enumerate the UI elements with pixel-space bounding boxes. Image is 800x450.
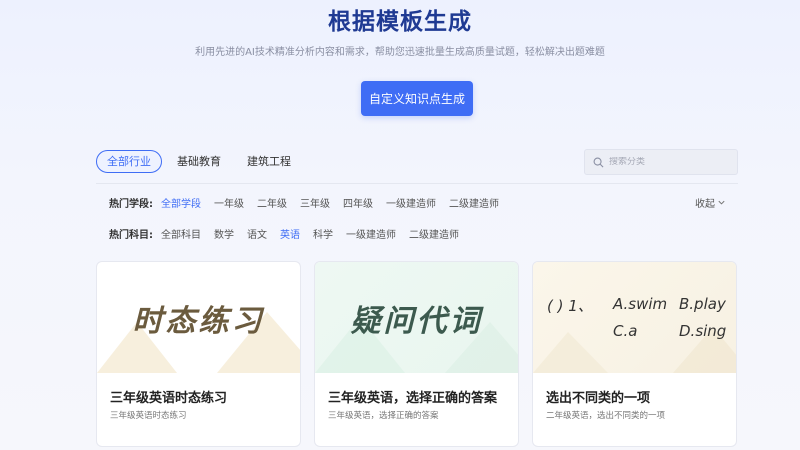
collapse-label: 收起 [695,199,715,210]
search-icon [593,157,604,167]
subject-option-math[interactable]: 数学 [214,226,234,241]
school-option-second-class-builder[interactable]: 二级建造师 [449,195,499,210]
industry-tabs: 全部行业 基础教育 建筑工程 [96,150,306,173]
template-card[interactable]: ( ) 1、 A.swim B.play C.a D.sing 选出不同类的一项… [532,261,737,447]
tab-construction[interactable]: 建筑工程 [236,150,302,173]
chevron-up-icon [718,200,725,205]
quiz-option-d: D.sing [679,322,727,340]
tab-all-industries[interactable]: 全部行业 [96,150,162,173]
subject-option-science[interactable]: 科学 [313,226,333,241]
hero-title: 根据模板生成 [328,9,472,35]
card-banner: ( ) 1、 A.swim B.play C.a D.sing [533,262,736,373]
card-description: 二年级英语，选出不同类的一项 [546,411,666,421]
card-banner: 时态练习 [97,262,300,373]
school-option-all[interactable]: 全部学段 [161,195,201,210]
tab-basic-education[interactable]: 基础教育 [166,150,232,173]
card-title: 选出不同类的一项 [546,391,651,406]
custom-knowledge-generate-button[interactable]: 自定义知识点生成 [361,81,473,116]
card-banner: 疑问代词 [315,262,518,373]
template-card[interactable]: 疑问代词 三年级英语，选择正确的答案 三年级英语，选择正确的答案 [314,261,519,447]
subject-option-second-class-builder[interactable]: 二级建造师 [409,226,459,241]
subject-option-chinese[interactable]: 语文 [247,226,267,241]
quiz-option-b: B.play [679,295,726,313]
template-card[interactable]: 时态练习 三年级英语时态练习 三年级英语时态练习 [96,261,301,447]
school-option-grade2[interactable]: 二年级 [257,195,287,210]
subject-option-first-class-builder[interactable]: 一级建造师 [346,226,396,241]
search-box [584,149,738,175]
card-banner-text: 疑问代词 [350,303,483,339]
card-banner-text: 时态练习 [132,303,265,339]
school-option-first-class-builder[interactable]: 一级建造师 [386,195,436,210]
divider [96,183,738,184]
school-option-grade4[interactable]: 四年级 [343,195,373,210]
subject-option-all[interactable]: 全部科目 [161,226,201,241]
quiz-option-c: C.a [613,322,638,340]
card-description: 三年级英语，选择正确的答案 [328,411,439,421]
school-filter-label: 热门学段: [109,199,153,210]
subject-filter-row: 热门科目: 全部科目 数学 语文 英语 科学 一级建造师 二级建造师 [109,226,472,241]
card-title: 三年级英语，选择正确的答案 [328,391,498,406]
card-title: 三年级英语时态练习 [110,391,228,406]
school-option-grade1[interactable]: 一年级 [214,195,244,210]
subject-filter-label: 热门科目: [109,230,153,241]
card-description: 三年级英语时态练习 [110,411,187,421]
search-input[interactable] [609,157,729,167]
quiz-stem: ( ) 1、 [547,297,593,315]
hero-subtitle: 利用先进的AI技术精准分析内容和需求，帮助您迅速批量生成高质量试题，轻松解决出题… [195,47,605,58]
card-banner-quiz: ( ) 1、 A.swim B.play C.a D.sing [533,262,736,373]
subject-option-english[interactable]: 英语 [280,226,300,241]
quiz-option-a: A.swim [613,295,668,313]
school-filter-row: 热门学段: 全部学段 一年级 二年级 三年级 四年级 一级建造师 二级建造师 [109,195,512,210]
collapse-toggle[interactable]: 收起 [695,195,726,210]
school-option-grade3[interactable]: 三年级 [300,195,330,210]
